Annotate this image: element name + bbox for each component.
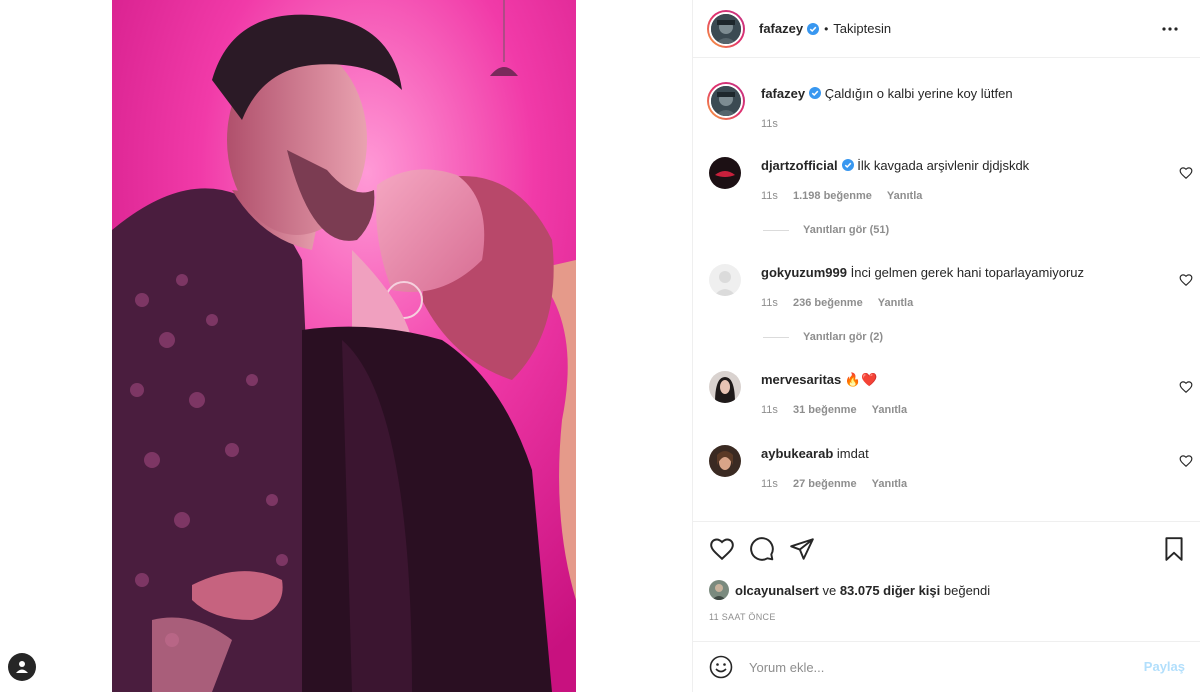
comment-time[interactable]: 11s bbox=[761, 404, 778, 416]
verified-badge-icon bbox=[807, 22, 820, 35]
commenter-avatar[interactable] bbox=[709, 371, 741, 403]
comment-meta: 11s 27 beğenme Yanıtla bbox=[761, 478, 919, 490]
view-replies-button[interactable]: Yanıtları gör (51) bbox=[763, 224, 889, 236]
comment-icon[interactable] bbox=[749, 536, 775, 562]
comment-text: djartzofficial İlk kavgada arşivlenir dj… bbox=[761, 157, 1029, 175]
view-replies-label: Yanıtları gör (51) bbox=[803, 224, 890, 236]
post-timestamp[interactable]: 11 SAAT ÖNCE bbox=[709, 612, 776, 622]
comment-item: djartzofficial İlk kavgada arşivlenir dj… bbox=[707, 157, 1193, 247]
more-options-button[interactable] bbox=[1161, 20, 1179, 38]
comment-input[interactable] bbox=[749, 659, 1129, 675]
commenter-avatar[interactable] bbox=[709, 264, 741, 296]
likes-conjunction: ve bbox=[822, 582, 837, 598]
replies-divider bbox=[763, 229, 789, 231]
comment-item: gokyuzum999 İnci gelmen gerek hani topar… bbox=[707, 264, 1193, 354]
header-separator: • bbox=[824, 21, 829, 36]
liked-by-summary: olcayunalsert ve 83.075 diğer kişi beğen… bbox=[709, 580, 990, 600]
post-side-panel: fafazey • Takiptesin fafazey Çaldığın o … bbox=[692, 0, 1200, 692]
reply-button[interactable]: Yanıtla bbox=[887, 190, 922, 202]
caption-row: fafazey Çaldığın o kalbi yerine koy lütf… bbox=[707, 82, 1187, 142]
heart-icon[interactable] bbox=[709, 536, 735, 562]
reply-button[interactable]: Yanıtla bbox=[872, 404, 907, 416]
comment-text: gokyuzum999 İnci gelmen gerek hani topar… bbox=[761, 264, 1084, 282]
comment-item: mervesaritas 🔥❤️ 11s 31 beğenme Yanıtla bbox=[707, 371, 1193, 431]
author-avatar-image bbox=[709, 11, 743, 46]
view-replies-button[interactable]: Yanıtları gör (2) bbox=[763, 331, 883, 343]
comment-likes[interactable]: 236 beğenme bbox=[793, 297, 863, 309]
comment-likes[interactable]: 27 beğenme bbox=[793, 478, 857, 490]
comment-meta: 11s 1.198 beğenme Yanıtla bbox=[761, 190, 934, 202]
avatar-illustration bbox=[709, 157, 741, 189]
commenter-avatar[interactable] bbox=[709, 157, 741, 189]
post-actions: olcayunalsert ve 83.075 diğer kişi beğen… bbox=[693, 521, 1200, 641]
profile-glyph-icon bbox=[16, 661, 28, 673]
post-photo-illustration bbox=[112, 0, 576, 692]
profile-icon[interactable] bbox=[8, 653, 36, 681]
comment-text: mervesaritas 🔥❤️ bbox=[761, 371, 877, 389]
caption-body: Çaldığın o kalbi yerine koy lütfen bbox=[824, 86, 1013, 101]
caption-text: fafazey Çaldığın o kalbi yerine koy lütf… bbox=[761, 85, 1013, 103]
commenter-avatar[interactable] bbox=[709, 445, 741, 477]
caption-avatar-image bbox=[709, 84, 743, 118]
more-icon bbox=[1162, 27, 1178, 31]
share-icon[interactable] bbox=[789, 536, 815, 562]
likes-count-button[interactable]: 83.075 diğer kişi bbox=[840, 583, 940, 598]
comment-like-icon[interactable] bbox=[1179, 380, 1193, 394]
post-photo[interactable] bbox=[112, 0, 576, 692]
comment-like-icon[interactable] bbox=[1179, 166, 1193, 180]
comment-item: aybukearab imdat 11s 27 beğenme Yanıtla bbox=[707, 445, 1193, 505]
comment-likes[interactable]: 1.198 beğenme bbox=[793, 190, 872, 202]
author-avatar[interactable] bbox=[707, 9, 745, 48]
emoji-icon[interactable] bbox=[709, 655, 733, 679]
replies-divider bbox=[763, 336, 789, 338]
bookmark-icon[interactable] bbox=[1161, 536, 1187, 562]
author-username[interactable]: fafazey bbox=[759, 21, 803, 36]
comment-body: 🔥❤️ bbox=[844, 372, 878, 387]
avatar-illustration bbox=[711, 13, 741, 44]
comment-like-icon[interactable] bbox=[1179, 273, 1193, 287]
reply-button[interactable]: Yanıtla bbox=[872, 478, 907, 490]
comment-like-icon[interactable] bbox=[1179, 454, 1193, 468]
add-comment-bar: Paylaş bbox=[693, 641, 1200, 692]
comment-username[interactable]: aybukearab bbox=[761, 446, 833, 461]
caption-time[interactable]: 11s bbox=[761, 118, 778, 130]
caption-avatar[interactable] bbox=[707, 82, 745, 120]
liker-username[interactable]: olcayunalsert bbox=[735, 583, 819, 598]
likes-suffix: beğendi bbox=[943, 582, 991, 598]
comment-body: imdat bbox=[836, 446, 869, 461]
comment-likes[interactable]: 31 beğenme bbox=[793, 404, 857, 416]
follow-status-button[interactable]: Takiptesin bbox=[833, 21, 891, 36]
comment-text: aybukearab imdat bbox=[761, 445, 869, 463]
post-header: fafazey • Takiptesin bbox=[693, 0, 1200, 58]
comment-username[interactable]: djartzofficial bbox=[761, 158, 838, 173]
comment-meta: 11s 236 beğenme Yanıtla bbox=[761, 297, 925, 309]
avatar-illustration bbox=[711, 86, 741, 116]
comment-meta: 11s 31 beğenme Yanıtla bbox=[761, 404, 919, 416]
comments-list[interactable]: fafazey Çaldığın o kalbi yerine koy lütf… bbox=[693, 59, 1200, 521]
post-comment-button[interactable]: Paylaş bbox=[1144, 659, 1185, 674]
comment-time[interactable]: 11s bbox=[761, 297, 778, 309]
avatar-illustration bbox=[709, 580, 729, 600]
verified-badge-icon bbox=[841, 159, 854, 171]
comment-time[interactable]: 11s bbox=[761, 190, 778, 202]
caption-meta: 11s bbox=[761, 118, 790, 130]
avatar-illustration bbox=[709, 371, 741, 403]
view-replies-label: Yanıtları gör (2) bbox=[803, 331, 884, 343]
verified-badge-icon bbox=[809, 87, 822, 99]
comment-body: İnci gelmen gerek hani toparlayamiyoruz bbox=[850, 265, 1085, 280]
liker-avatar[interactable] bbox=[709, 580, 729, 600]
comment-username[interactable]: mervesaritas bbox=[761, 372, 841, 387]
comment-body: İlk kavgada arşivlenir djdjskdk bbox=[857, 158, 1030, 173]
comment-username[interactable]: gokyuzum999 bbox=[761, 265, 847, 280]
avatar-illustration bbox=[709, 445, 741, 477]
reply-button[interactable]: Yanıtla bbox=[878, 297, 913, 309]
default-avatar-icon bbox=[709, 264, 741, 296]
comment-time[interactable]: 11s bbox=[761, 478, 778, 490]
caption-username[interactable]: fafazey bbox=[761, 86, 805, 101]
